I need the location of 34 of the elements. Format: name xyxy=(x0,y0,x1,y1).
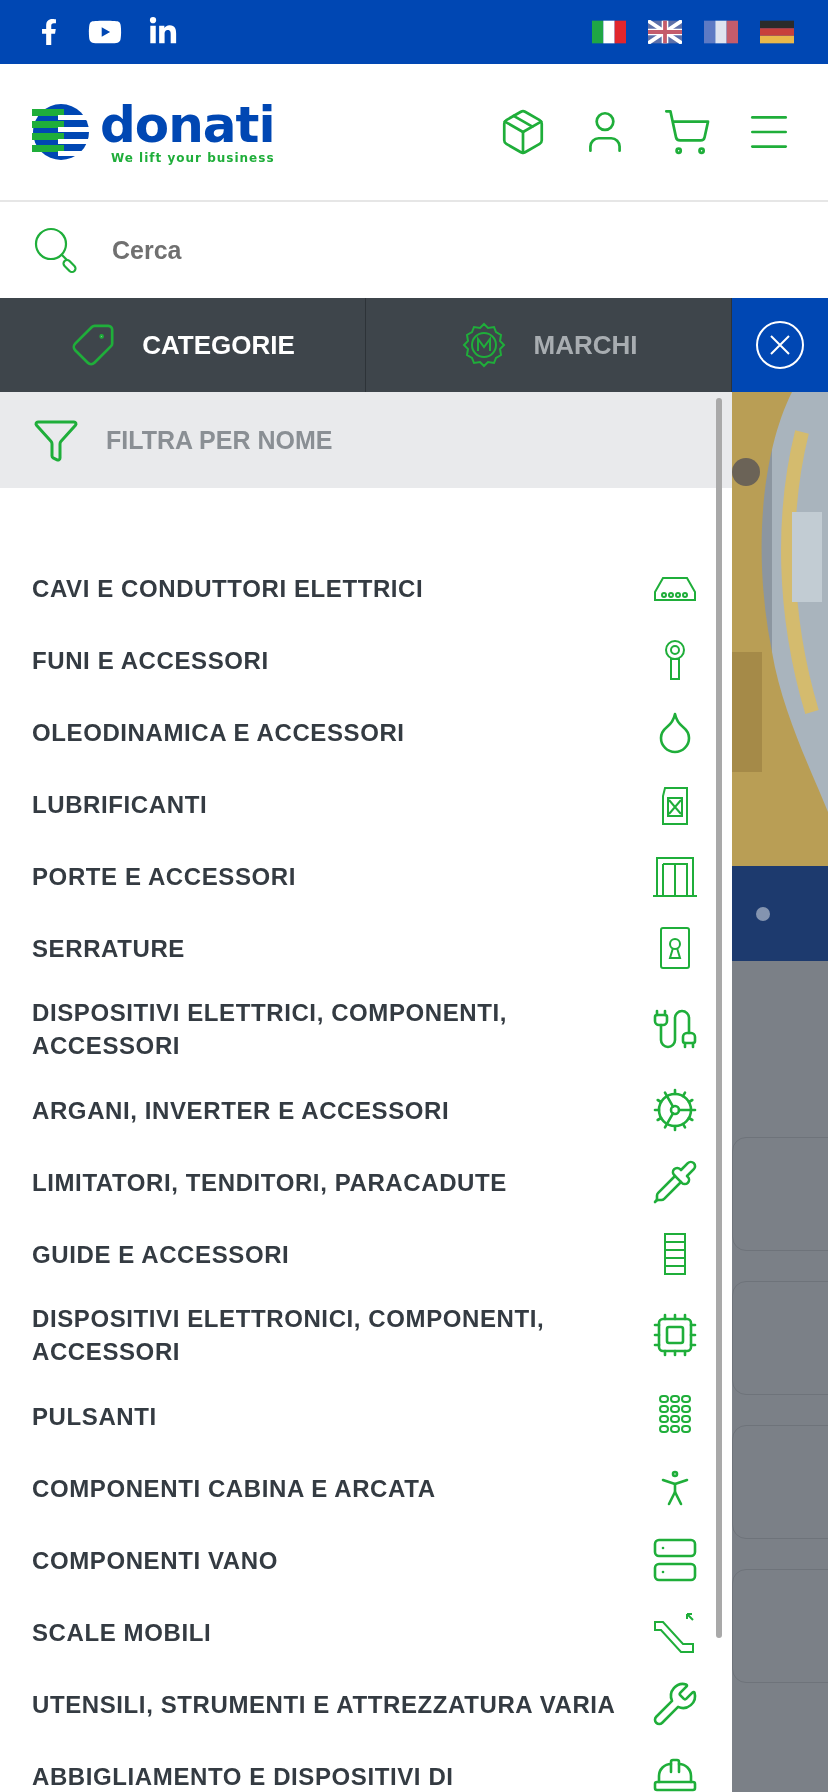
category-link[interactable]: FUNI E ACCESSORI xyxy=(32,643,269,677)
chip-icon xyxy=(651,1311,699,1359)
category-link[interactable]: ABBIGLIAMENTO E DISPOSITIVI DI xyxy=(32,1759,454,1792)
category-link[interactable]: CAVI E CONDUTTORI ELETTRICI xyxy=(32,571,424,605)
flag-icon[interactable] xyxy=(592,20,626,44)
category-link[interactable]: OLEODINAMICA E ACCESSORI xyxy=(32,715,405,749)
logo-icon[interactable] xyxy=(32,103,90,161)
category-link[interactable]: DISPOSITIVI ELETTRONICI, COMPONENTI, ACCESSORI xyxy=(32,1302,622,1368)
flag-icon[interactable] xyxy=(760,20,794,44)
category-link[interactable]: PULSANTI xyxy=(32,1399,157,1433)
close-icon xyxy=(755,320,805,370)
category-link[interactable]: COMPONENTI VANO xyxy=(32,1543,278,1577)
category-link[interactable]: UTENSILI, STRUMENTI E ATTREZZATURA VARIA xyxy=(32,1687,616,1721)
category-link[interactable]: PORTE E ACCESSORI xyxy=(32,859,297,893)
tag-icon xyxy=(70,322,117,368)
category-link[interactable]: LIMITATORI, TENDITORI, PARACADUTE xyxy=(32,1165,507,1199)
cart-icon[interactable] xyxy=(662,107,712,157)
gear-icon xyxy=(651,1086,699,1134)
wrench-icon xyxy=(651,1680,699,1728)
category-link[interactable]: LUBRIFICANTI xyxy=(32,787,208,821)
tagline: We lift your business xyxy=(111,151,275,165)
category-link[interactable]: COMPONENTI CABINA E ARCATA xyxy=(32,1471,436,1505)
flag-icon[interactable] xyxy=(648,20,682,44)
category-link[interactable]: SCALE MOBILI xyxy=(32,1615,212,1649)
brand-name: donati xyxy=(100,99,275,151)
flag-icon[interactable] xyxy=(704,20,738,44)
category-link[interactable]: SERRATURE xyxy=(32,931,185,965)
close-button[interactable] xyxy=(732,298,828,392)
category-link[interactable]: DISPOSITIVI ELETTRICI, COMPONENTI, ACCESSORI xyxy=(32,996,622,1062)
search-field[interactable]: Cerca xyxy=(110,234,614,266)
scrollbar-thumb[interactable] xyxy=(716,398,722,1638)
carousel-dot[interactable] xyxy=(756,906,770,921)
category-link[interactable]: ARGANI, INVERTER E ACCESSORI xyxy=(32,1093,450,1127)
category-link[interactable]: GUIDE E ACCESSORI xyxy=(32,1237,290,1271)
